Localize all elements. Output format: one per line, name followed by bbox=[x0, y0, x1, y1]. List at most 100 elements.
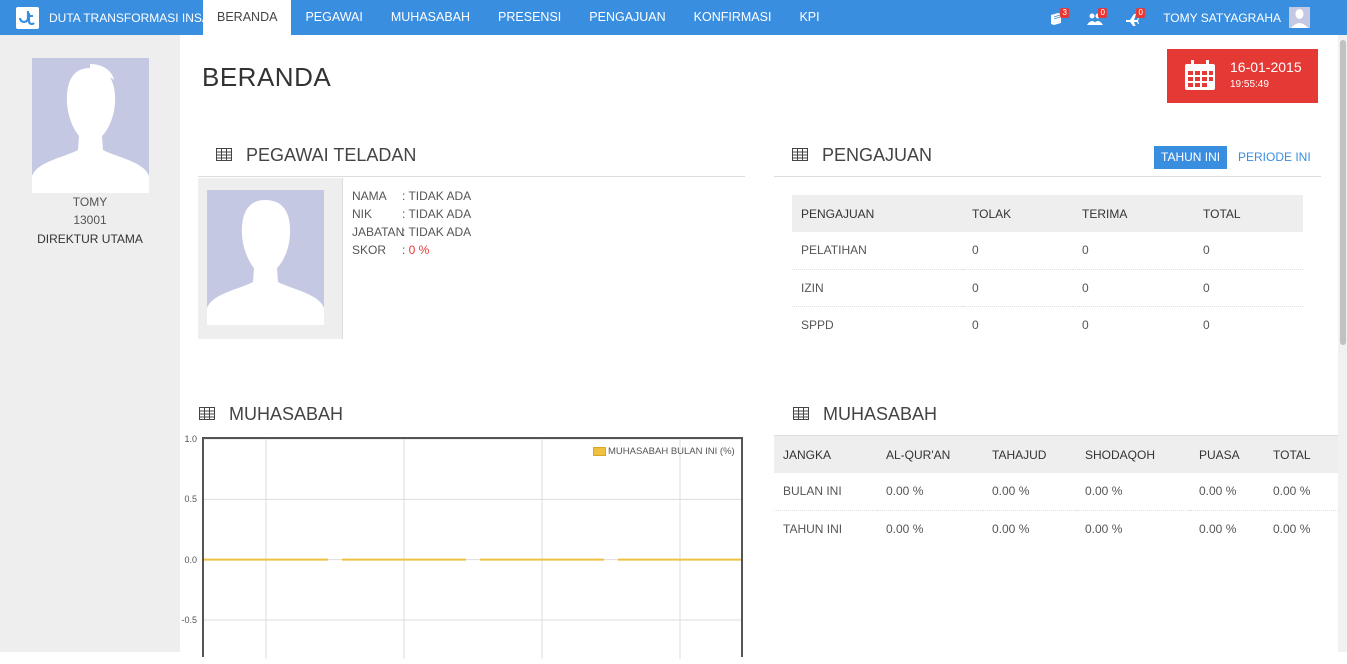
table-cell: PELATIHAN bbox=[792, 232, 963, 270]
current-time: 19:55:49 bbox=[1230, 79, 1269, 90]
muhasabah-chart-heading: MUHASABAH bbox=[199, 404, 343, 425]
legend-swatch bbox=[593, 447, 606, 456]
table-cell: 0.00 % bbox=[1190, 473, 1264, 511]
muhasabah-table-title: MUHASABAH bbox=[823, 404, 938, 424]
table-row: BULAN INI 0.00 % 0.00 % 0.00 % 0.00 % 0.… bbox=[774, 473, 1338, 511]
tab-tahun-ini[interactable]: TAHUN INI bbox=[1154, 146, 1228, 169]
teladan-field-nama: NAMA : TIDAK ADA bbox=[352, 189, 471, 203]
divider bbox=[198, 176, 745, 177]
table-cell: 0.00 % bbox=[983, 473, 1076, 511]
top-navbar: DUTA TRANSFORMASI INSANI BERANDA PEGAWAI… bbox=[0, 0, 1347, 35]
pengajuan-title: PENGAJUAN bbox=[822, 145, 933, 165]
table-cell: 0.00 % bbox=[1199, 521, 1237, 536]
tab-periode-ini[interactable]: PERIODE INI bbox=[1231, 146, 1318, 169]
muhasabah-table-heading: MUHASABAH bbox=[793, 404, 937, 425]
column-header: TERIMA bbox=[1073, 195, 1194, 232]
table-cell: 0 bbox=[1194, 232, 1303, 270]
table-row: TAHUN INI 0.00 % 0.00 % 0.00 % 0.00 % 0.… bbox=[774, 510, 1338, 547]
sidebar: TOMY 13001 DIREKTUR UTAMA bbox=[0, 35, 180, 652]
table-cell: IZIN bbox=[792, 269, 963, 307]
nav-item-presensi[interactable]: PRESENSI bbox=[484, 0, 575, 35]
table-icon bbox=[216, 145, 232, 166]
column-header: TOLAK bbox=[963, 195, 1073, 232]
table-cell: 0 bbox=[972, 317, 979, 332]
muhasabah-table: JANGKA AL-QUR'AN TAHAJUD SHODAQOH PUASA … bbox=[774, 436, 1338, 547]
table-row: SPPD 0 0 0 bbox=[792, 306, 1303, 343]
table-cell: 0.00 % bbox=[1085, 521, 1123, 536]
table-cell: 0 bbox=[1073, 232, 1194, 270]
column-header: SHODAQOH bbox=[1076, 436, 1190, 473]
table-icon bbox=[793, 404, 809, 425]
brand-logo-icon bbox=[16, 6, 39, 29]
teladan-field-jabatan: JABATAN : TIDAK ADA bbox=[352, 225, 471, 239]
current-date: 16-01-2015 bbox=[1230, 59, 1302, 75]
y-tick-label: 1.0 bbox=[184, 434, 197, 444]
user-name[interactable]: TOMY SATYAGRAHA bbox=[1163, 11, 1281, 25]
table-cell: 0 bbox=[1082, 317, 1089, 332]
field-key: NIK bbox=[352, 207, 373, 221]
field-separator: : bbox=[402, 243, 409, 257]
nav-item-pegawai[interactable]: PEGAWAI bbox=[291, 0, 376, 35]
field-key: JABATAN bbox=[352, 225, 405, 239]
table-cell: TAHUN INI bbox=[783, 521, 843, 536]
column-header: PENGAJUAN bbox=[792, 195, 963, 232]
teladan-photo bbox=[207, 190, 324, 325]
pegawai-teladan-title: PEGAWAI TELADAN bbox=[246, 145, 417, 165]
table-row: PELATIHAN 0 0 0 bbox=[792, 232, 1303, 270]
table-header-row: PENGAJUAN TOLAK TERIMA TOTAL bbox=[792, 195, 1303, 232]
field-value: : TIDAK ADA bbox=[402, 189, 472, 203]
book-icon[interactable]: 3 bbox=[1049, 7, 1070, 28]
nav-item-konfirmasi[interactable]: KONFIRMASI bbox=[680, 0, 786, 35]
users-badge: 0 bbox=[1098, 7, 1108, 18]
field-value: : TIDAK ADA bbox=[402, 225, 472, 239]
muhasabah-chart bbox=[202, 437, 743, 659]
table-cell: 0.00 % bbox=[992, 521, 1030, 536]
brand[interactable]: DUTA TRANSFORMASI INSANI bbox=[16, 6, 222, 29]
table-cell: 0 bbox=[1194, 269, 1303, 307]
table-cell: BULAN INI bbox=[774, 473, 877, 511]
sidebar-user-name: TOMY bbox=[72, 195, 108, 209]
calendar-icon bbox=[1184, 59, 1216, 96]
table-header-row: JANGKA AL-QUR'AN TAHAJUD SHODAQOH PUASA … bbox=[774, 436, 1338, 473]
nav-item-pengajuan[interactable]: PENGAJUAN bbox=[575, 0, 679, 35]
pegawai-teladan-heading: PEGAWAI TELADAN bbox=[216, 145, 416, 166]
nav-item-beranda[interactable]: BERANDA bbox=[203, 0, 292, 35]
legend-label: MUHASABAH BULAN INI (%) bbox=[608, 446, 735, 457]
users-icon[interactable]: 0 bbox=[1087, 7, 1108, 28]
field-value: 0 % bbox=[408, 243, 430, 257]
date-time-box: 16-01-2015 19:55:49 bbox=[1167, 49, 1318, 103]
nav-item-kpi[interactable]: KPI bbox=[785, 0, 833, 35]
pengajuan-heading: PENGAJUAN bbox=[792, 145, 932, 166]
user-avatar[interactable] bbox=[1289, 7, 1310, 28]
column-header: TOTAL bbox=[1264, 436, 1338, 473]
column-header: TAHAJUD bbox=[983, 436, 1076, 473]
sidebar-user-position: DIREKTUR UTAMA bbox=[37, 232, 143, 246]
table-cell: 0 bbox=[1203, 317, 1210, 332]
profile-photo bbox=[32, 58, 149, 193]
scrollbar-thumb[interactable] bbox=[1340, 40, 1346, 345]
teladan-field-skor: SKOR : 0 % bbox=[352, 243, 429, 257]
table-cell: 0.00 % bbox=[877, 473, 983, 511]
column-header: JANGKA bbox=[774, 436, 877, 473]
muhasabah-chart-title: MUHASABAH bbox=[229, 404, 344, 424]
table-cell: 0.00 % bbox=[1076, 473, 1190, 511]
column-header: AL-QUR'AN bbox=[877, 436, 983, 473]
table-icon bbox=[199, 404, 215, 425]
table-cell: 0 bbox=[1073, 269, 1194, 307]
table-cell: 0.00 % bbox=[1264, 473, 1338, 511]
divider bbox=[774, 176, 1321, 177]
table-row: IZIN 0 0 0 bbox=[792, 269, 1303, 307]
y-tick-label: -0.5 bbox=[181, 615, 197, 625]
table-cell: 0 bbox=[963, 232, 1073, 270]
plane-icon[interactable]: 0 bbox=[1125, 7, 1146, 28]
nav-item-muhasabah[interactable]: MUHASABAH bbox=[377, 0, 484, 35]
book-badge: 3 bbox=[1060, 7, 1070, 18]
table-cell: 0.00 % bbox=[886, 521, 924, 536]
column-header: PUASA bbox=[1190, 436, 1264, 473]
teladan-photo-frame bbox=[198, 178, 343, 339]
brand-name: DUTA TRANSFORMASI INSANI bbox=[49, 10, 222, 25]
table-icon bbox=[792, 145, 808, 166]
nav-right: 3 0 0 TOMY SATYAGRAHA bbox=[1049, 0, 1347, 35]
field-key: NAMA bbox=[352, 189, 387, 203]
field-key: SKOR bbox=[352, 243, 387, 257]
